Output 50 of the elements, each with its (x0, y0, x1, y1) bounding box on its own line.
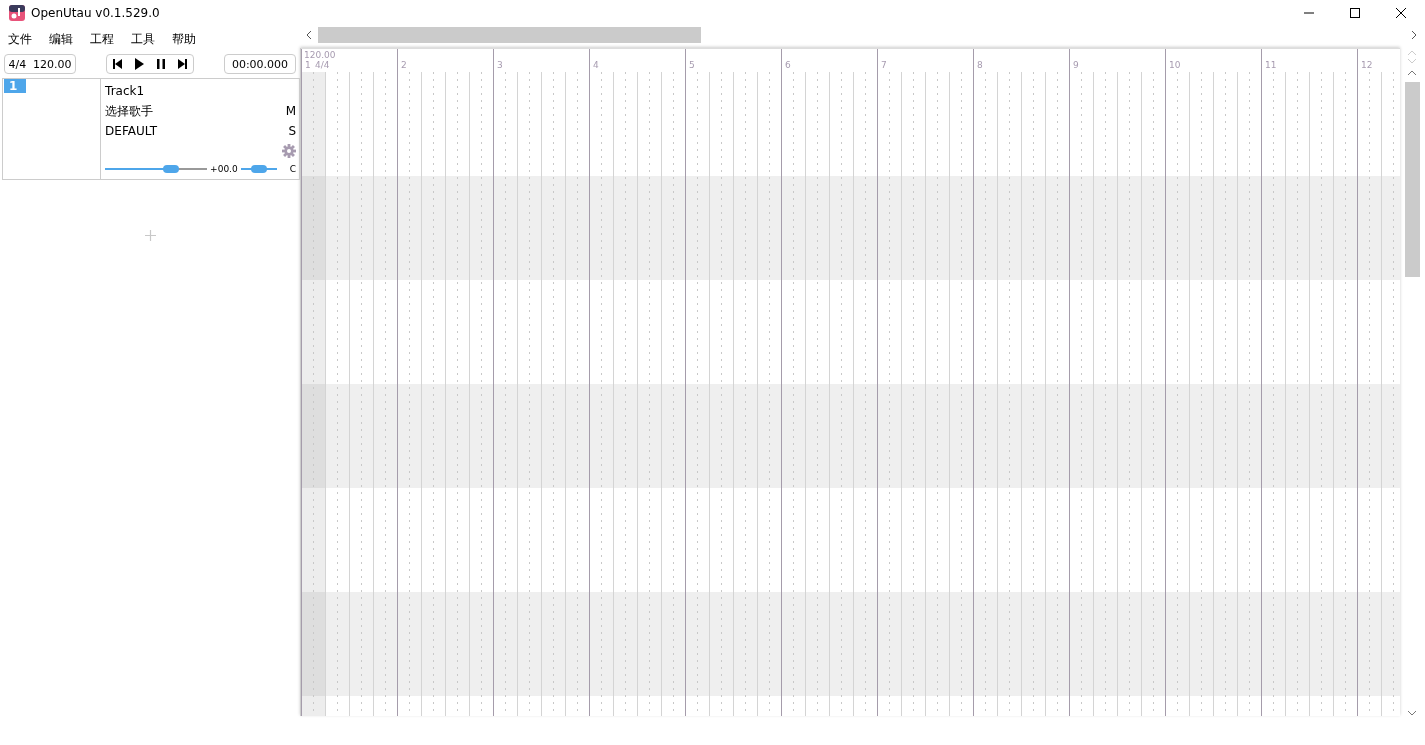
skip-forward-icon[interactable] (177, 59, 187, 69)
add-track-icon[interactable] (144, 229, 156, 241)
mute-button[interactable]: M (285, 104, 296, 118)
close-icon[interactable] (1395, 7, 1407, 19)
pan-reading: C (289, 164, 296, 174)
tempo-box[interactable]: 4/4 120.00 (4, 54, 76, 74)
bar-number: 3 (497, 60, 503, 70)
singer-selector[interactable]: 选择歌手 (105, 102, 154, 120)
bar-number: 5 (689, 60, 695, 70)
volume-reading: +00.0 (210, 164, 238, 174)
horizontal-scrollbar[interactable] (318, 27, 701, 43)
play-icon[interactable] (135, 58, 145, 70)
track-number: 1 (4, 79, 26, 93)
bar-number: 6 (785, 60, 791, 70)
menu-item[interactable]: 编辑 (49, 30, 73, 48)
pan-thumb[interactable] (250, 165, 267, 173)
menu-item[interactable]: 文件 (8, 30, 32, 48)
tempo-value: 120.00 (33, 57, 72, 71)
bar-number: 9 (1073, 60, 1079, 70)
bar-number: 12 (1361, 60, 1373, 70)
scroll-right-icon[interactable] (1411, 30, 1417, 40)
bar-number: 7 (881, 60, 887, 70)
vertical-scrollbar[interactable] (1404, 82, 1420, 277)
menu-item[interactable]: 工程 (90, 30, 114, 48)
phonemizer-selector[interactable]: DEFAULT (105, 124, 158, 138)
track-header[interactable]: 1 Track1 选择歌手 M DEFAULT S +00.0 C (2, 78, 300, 180)
bar-number: 11 (1265, 60, 1277, 70)
tempo-marker: 120.00 (304, 50, 336, 60)
skip-back-icon[interactable] (113, 59, 123, 69)
bar-number: 1 (305, 60, 311, 70)
menu-item[interactable]: 帮助 (172, 30, 196, 48)
bar-number: 8 (977, 60, 983, 70)
maximize-icon[interactable] (1349, 7, 1361, 19)
pause-icon[interactable] (156, 59, 165, 69)
scroll-up-icon[interactable] (1407, 70, 1417, 76)
solo-button[interactable]: S (288, 124, 296, 138)
volume-thumb[interactable] (163, 165, 180, 173)
time-signature: 4/4 (8, 57, 27, 71)
window-title: OpenUtau v0.1.529.0 (31, 6, 160, 20)
track-name[interactable]: Track1 (105, 84, 145, 98)
bar-number: 2 (401, 60, 407, 70)
time-display: 00:00.000 (224, 54, 296, 74)
settings-icon[interactable] (282, 144, 296, 158)
scroll-down-icon[interactable] (1407, 710, 1417, 716)
bar-number: 10 (1169, 60, 1181, 70)
scroll-left-icon[interactable] (306, 30, 312, 40)
bar-number: 4 (593, 60, 599, 70)
menu-item[interactable]: 工具 (131, 30, 155, 48)
time-signature-marker: 4/4 (315, 60, 330, 70)
app-logo-icon (9, 5, 25, 21)
